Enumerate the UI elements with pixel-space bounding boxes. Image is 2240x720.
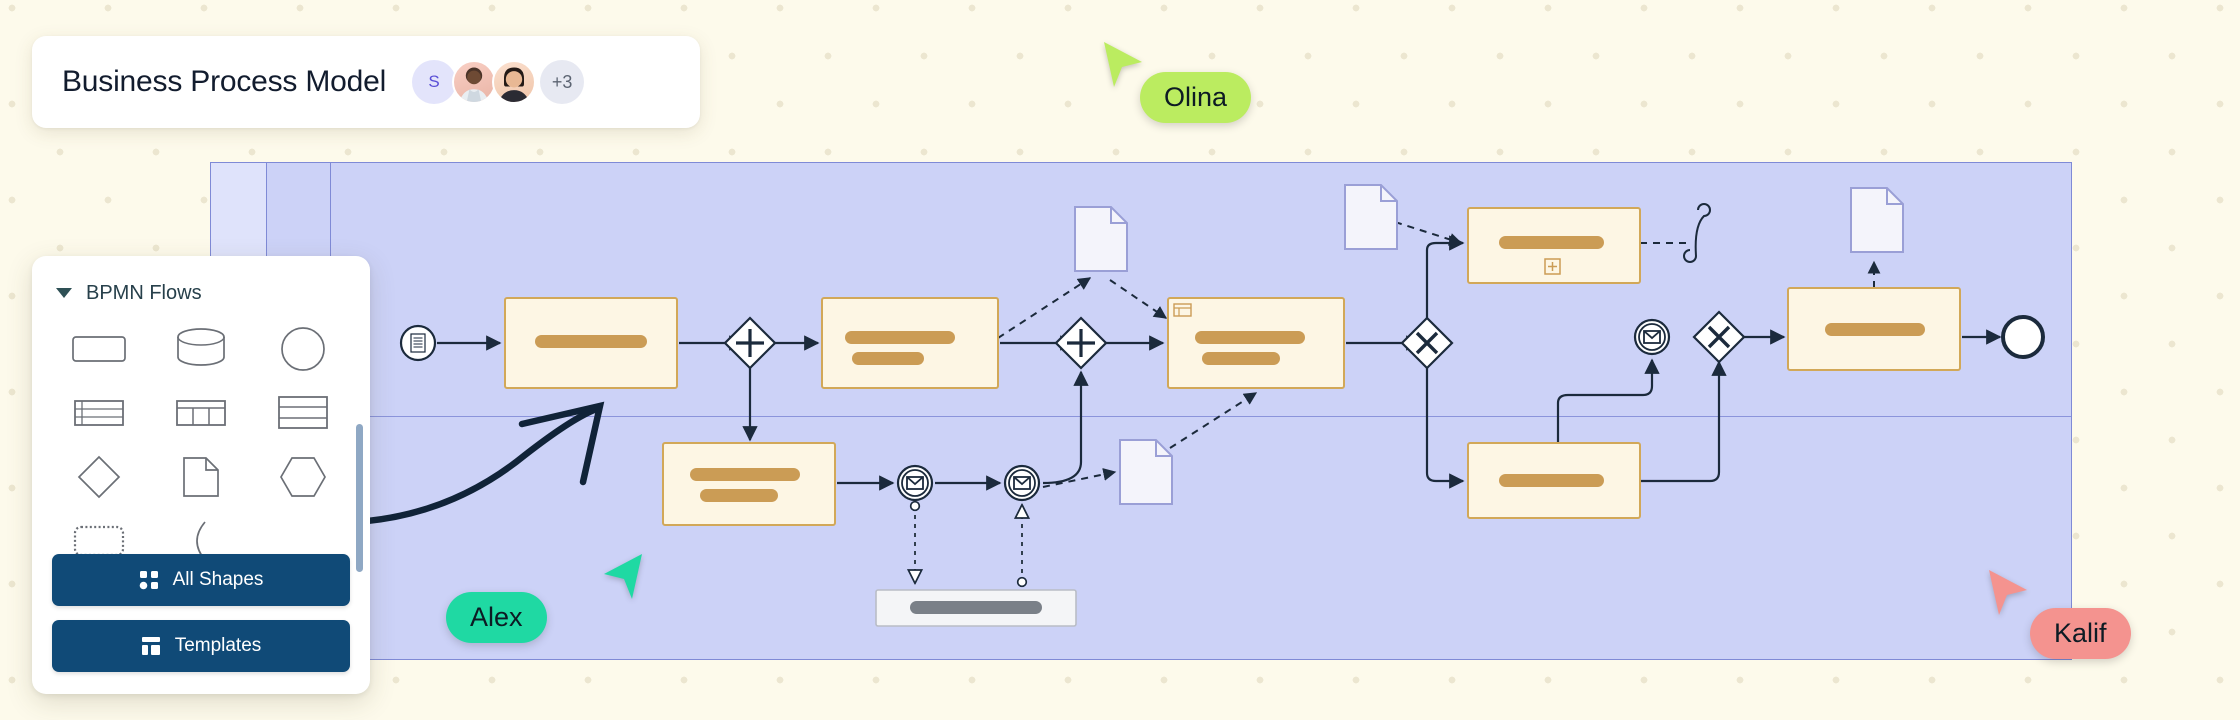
layout-template-icon bbox=[141, 637, 160, 655]
cursor-pointer-icon bbox=[1104, 42, 1142, 87]
stacked-bands-shape-icon[interactable] bbox=[252, 384, 354, 442]
shapes-panel: BPMN Flows All Shapes Templates bbox=[32, 256, 370, 694]
page-title: Business Process Model bbox=[62, 65, 387, 98]
shapes-panel-title: BPMN Flows bbox=[86, 281, 202, 304]
rectangle-shape-icon[interactable] bbox=[48, 320, 150, 378]
hexagon-shape-icon[interactable] bbox=[252, 448, 354, 506]
avatar-overflow[interactable]: +3 bbox=[540, 60, 585, 104]
shapes-panel-actions: All Shapes Templates bbox=[52, 554, 350, 672]
cursor-olina-label: Olina bbox=[1140, 72, 1252, 123]
cursor-alex-label: Alex bbox=[446, 592, 547, 643]
avatar-face-icon bbox=[498, 67, 530, 102]
cursor-pointer-icon bbox=[604, 554, 642, 599]
all-shapes-label: All Shapes bbox=[172, 569, 264, 590]
canvas-stage: Business Process Model S +3 BPMN Flows A… bbox=[0, 0, 2240, 720]
cursor-kalif-label: Kalif bbox=[2030, 608, 2131, 659]
avatar-initial[interactable]: S bbox=[412, 60, 457, 104]
avatar-photo-2[interactable] bbox=[492, 60, 537, 104]
shapes-grid bbox=[32, 308, 370, 570]
document-titlebar: Business Process Model S +3 bbox=[32, 36, 700, 128]
shapes-panel-scrollbar[interactable] bbox=[356, 424, 363, 572]
avatar-photo-1[interactable] bbox=[452, 60, 497, 104]
bpmn-pool[interactable] bbox=[210, 162, 2072, 660]
database-cylinder-shape-icon[interactable] bbox=[150, 320, 252, 378]
all-shapes-button[interactable]: All Shapes bbox=[52, 554, 350, 606]
collaborator-avatars: S +3 bbox=[412, 60, 585, 104]
templates-label: Templates bbox=[174, 635, 262, 656]
avatar-initial-label: S bbox=[428, 72, 440, 91]
lane-divider bbox=[267, 416, 2071, 417]
grid-squares-icon bbox=[139, 571, 158, 590]
chevron-down-icon[interactable] bbox=[56, 288, 72, 298]
templates-button[interactable]: Templates bbox=[52, 620, 350, 672]
avatar-face-icon bbox=[459, 67, 489, 102]
cursor-pointer-icon bbox=[1989, 570, 2027, 615]
avatar-overflow-label: +3 bbox=[551, 71, 573, 92]
shapes-panel-header[interactable]: BPMN Flows bbox=[32, 278, 370, 308]
document-shape-icon[interactable] bbox=[150, 448, 252, 506]
table-grid-shape-icon[interactable] bbox=[150, 384, 252, 442]
circle-shape-icon[interactable] bbox=[252, 320, 354, 378]
table-rows-shape-icon[interactable] bbox=[48, 384, 150, 442]
diamond-shape-icon[interactable] bbox=[48, 448, 150, 506]
